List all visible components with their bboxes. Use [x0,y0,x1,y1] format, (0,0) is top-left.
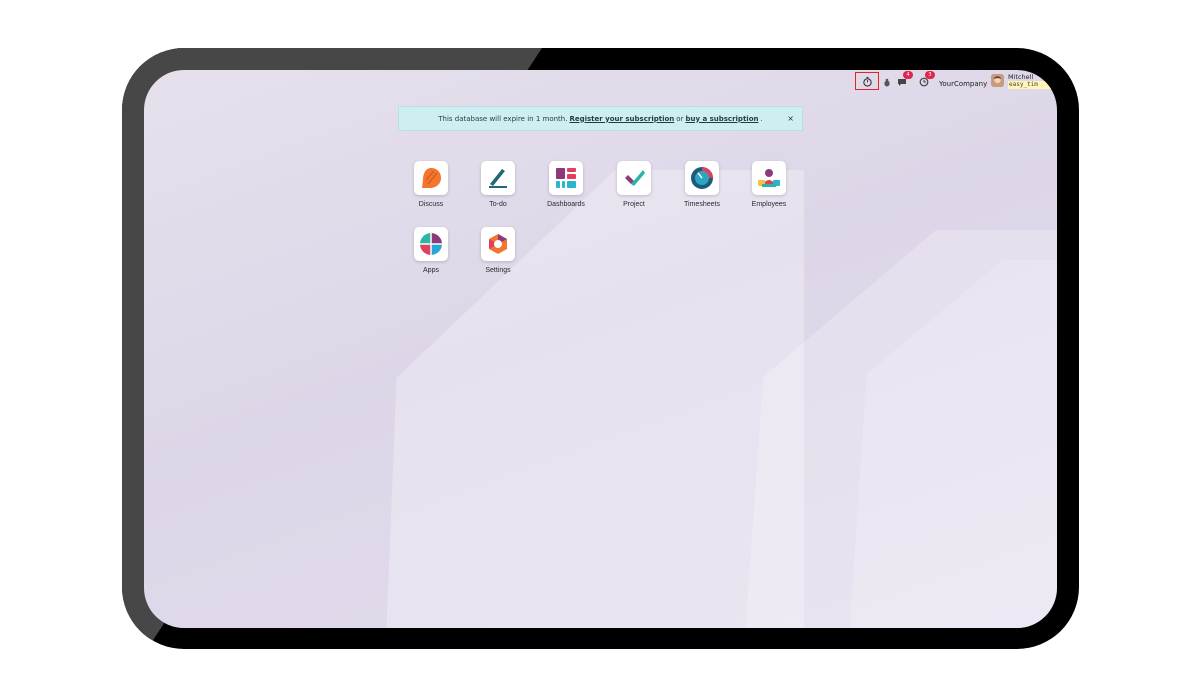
user-avatar-icon [991,74,1004,87]
apps-icon [419,232,443,256]
app-label: To-do [489,201,507,208]
app-tile[interactable] [752,161,786,195]
close-icon[interactable]: × [787,114,794,123]
timer-button[interactable] [855,72,879,90]
app-tile[interactable] [481,227,515,261]
app-label: Apps [423,267,439,274]
app-label: Project [623,201,645,208]
app-tile[interactable] [481,161,515,195]
app-tile[interactable] [414,227,448,261]
database-name: easy_tim [1008,81,1057,89]
app-timesheets[interactable]: Timesheets [672,161,732,219]
app-dashboards[interactable]: Dashboards [536,161,596,219]
app-settings[interactable]: Settings [468,227,528,285]
todo-icon [489,169,507,188]
timesheets-icon [691,167,713,189]
user-name: Mitchell [1008,73,1034,81]
messages-badge: 4 [903,71,913,79]
expiration-banner: This database will expire in 1 month. Re… [398,106,803,131]
project-icon [625,170,645,186]
app-tile[interactable] [685,161,719,195]
app-label: Discuss [418,201,444,208]
discuss-icon [422,168,441,188]
app-label: Timesheets [684,201,720,208]
app-todo[interactable]: To-do [468,161,528,219]
app-apps[interactable]: Apps [401,227,461,285]
banner-or-text: or [676,114,684,123]
company-switcher[interactable]: YourCompany [939,76,987,92]
activity-badge: 3 [925,71,935,79]
dashboards-icon [556,168,576,188]
avatar[interactable] [991,74,1004,87]
app-tile[interactable] [549,161,583,195]
app-employees[interactable]: Employees [739,161,799,219]
app-label: Settings [485,267,511,274]
top-navbar: 4 3 YourCompany Mitchell easy_tim [144,70,1057,94]
app-tile[interactable] [414,161,448,195]
app-discuss[interactable]: Discuss [401,161,461,219]
home-screen: 4 3 YourCompany Mitchell easy_tim This d… [144,70,1057,628]
settings-icon [489,234,507,254]
banner-period: . [760,114,763,123]
debug-button[interactable] [881,74,893,90]
activity-button[interactable]: 3 [918,71,935,90]
buy-subscription-link[interactable]: buy a subscription [685,115,758,123]
bug-icon [884,78,890,86]
app-tile[interactable] [617,161,651,195]
employees-icon [758,169,780,187]
messages-button[interactable]: 4 [896,71,913,90]
stopwatch-icon [862,76,872,87]
register-subscription-link[interactable]: Register your subscription [569,115,674,123]
app-project[interactable]: Project [604,161,664,219]
user-menu[interactable]: Mitchell easy_tim [1008,73,1057,89]
app-label: Employees [751,201,787,208]
app-label: Dashboards [547,201,585,208]
banner-text: This database will expire in 1 month. [438,114,568,123]
